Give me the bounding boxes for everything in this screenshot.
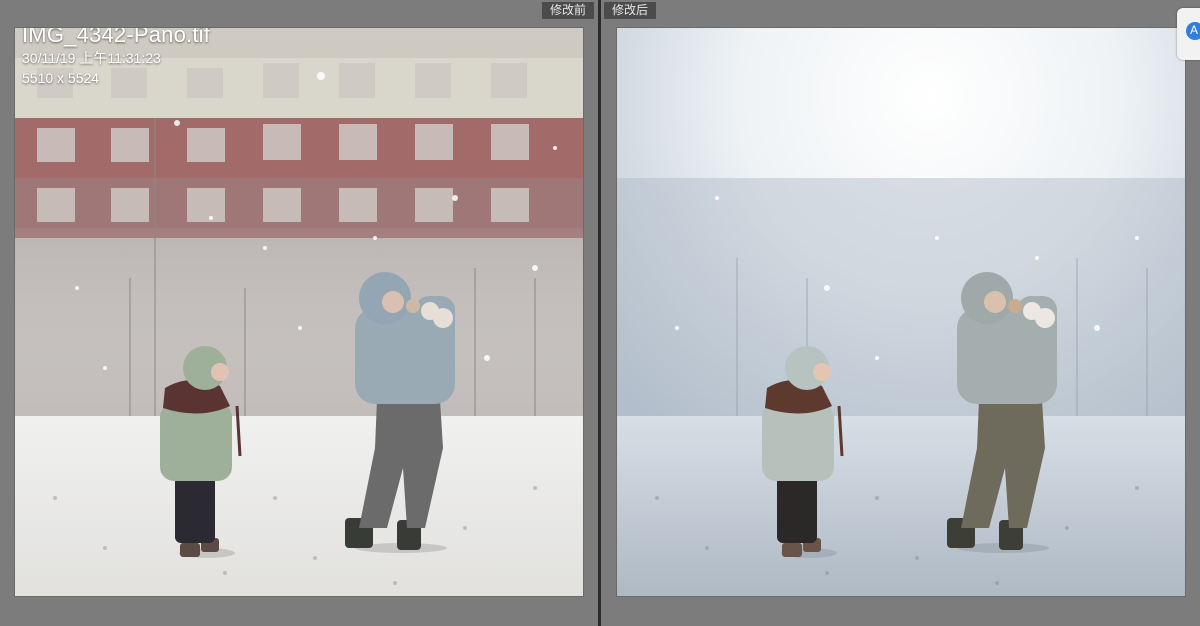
after-label: 修改后 — [604, 2, 657, 19]
before-photo[interactable]: IMG_4342-Pano.tif 30/11/19 上午11:31:23 55… — [15, 28, 583, 596]
before-pane: 修改前 IMG_4342-Pano.tif 30/11/19 上午11:31:2… — [0, 0, 598, 626]
translate-app-icon[interactable]: A — [1177, 8, 1200, 60]
app-badge-icon: A — [1186, 22, 1200, 40]
photo-filename: IMG_4342-Pano.tif — [22, 28, 211, 47]
photo-datetime: 30/11/19 上午11:31:23 — [22, 50, 161, 66]
after-pane: 修改后 A — [601, 0, 1200, 626]
before-label: 修改前 — [541, 2, 594, 19]
photo-dimensions: 5510 x 5524 — [22, 70, 100, 86]
after-photo[interactable] — [617, 28, 1185, 596]
photo-info-overlay: IMG_4342-Pano.tif 30/11/19 上午11:31:23 55… — [22, 28, 210, 88]
